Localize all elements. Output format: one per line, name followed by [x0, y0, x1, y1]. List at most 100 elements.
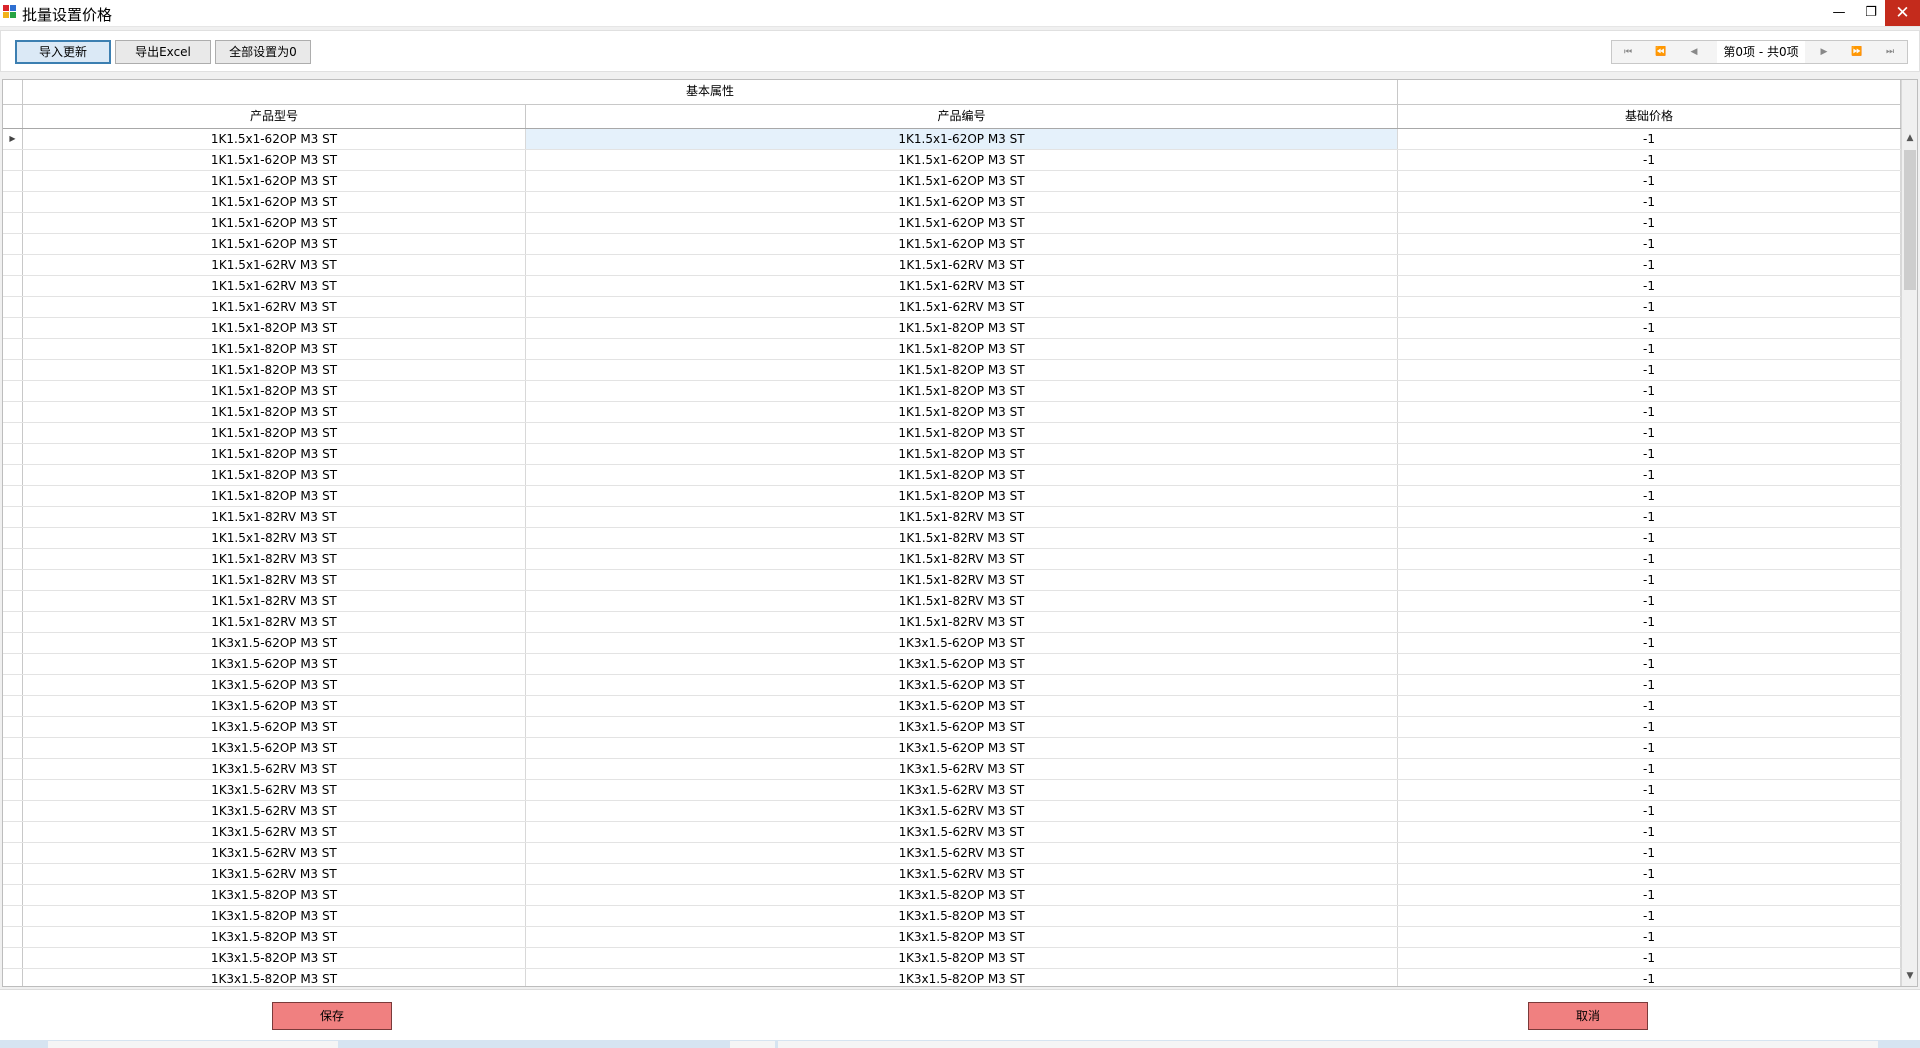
cell-price[interactable]: -1	[1398, 570, 1901, 590]
cell-price[interactable]: -1	[1398, 381, 1901, 401]
table-row[interactable]: 1K1.5x1-62RV M3 ST 1K1.5x1-62RV M3 ST -1	[3, 276, 1901, 297]
row-header[interactable]	[3, 465, 23, 485]
cell-price[interactable]: -1	[1398, 906, 1901, 926]
row-header[interactable]	[3, 675, 23, 695]
cell-code[interactable]: 1K3x1.5-82OP M3 ST	[526, 927, 1398, 947]
cell-model[interactable]: 1K3x1.5-62OP M3 ST	[23, 696, 526, 716]
row-header[interactable]	[3, 339, 23, 359]
cell-model[interactable]: 1K3x1.5-82OP M3 ST	[23, 948, 526, 968]
table-row[interactable]: 1K1.5x1-82RV M3 ST 1K1.5x1-82RV M3 ST -1	[3, 528, 1901, 549]
cell-price[interactable]: -1	[1398, 318, 1901, 338]
table-row[interactable]: 1K3x1.5-62RV M3 ST 1K3x1.5-62RV M3 ST -1	[3, 801, 1901, 822]
cell-model[interactable]: 1K1.5x1-82OP M3 ST	[23, 339, 526, 359]
cell-model[interactable]: 1K1.5x1-62OP M3 ST	[23, 129, 526, 149]
cell-price[interactable]: -1	[1398, 465, 1901, 485]
scroll-down-icon[interactable]: ▼	[1902, 968, 1917, 984]
cell-code[interactable]: 1K1.5x1-62OP M3 ST	[526, 192, 1398, 212]
cell-model[interactable]: 1K1.5x1-62RV M3 ST	[23, 276, 526, 296]
close-icon[interactable]: ✕	[1885, 0, 1920, 26]
cell-code[interactable]: 1K3x1.5-62OP M3 ST	[526, 633, 1398, 653]
cell-price[interactable]: -1	[1398, 969, 1901, 986]
table-row[interactable]: 1K1.5x1-62OP M3 ST 1K1.5x1-62OP M3 ST -1	[3, 234, 1901, 255]
cell-model[interactable]: 1K1.5x1-62OP M3 ST	[23, 234, 526, 254]
cell-model[interactable]: 1K1.5x1-82RV M3 ST	[23, 612, 526, 632]
row-header[interactable]	[3, 570, 23, 590]
cell-price[interactable]: -1	[1398, 591, 1901, 611]
table-row[interactable]: 1K1.5x1-82RV M3 ST 1K1.5x1-82RV M3 ST -1	[3, 507, 1901, 528]
cell-code[interactable]: 1K1.5x1-82RV M3 ST	[526, 507, 1398, 527]
cell-code[interactable]: 1K1.5x1-62RV M3 ST	[526, 255, 1398, 275]
table-row[interactable]: 1K1.5x1-82OP M3 ST 1K1.5x1-82OP M3 ST -1	[3, 465, 1901, 486]
next-item-icon[interactable]: ▶	[1808, 41, 1840, 63]
cell-code[interactable]: 1K1.5x1-82OP M3 ST	[526, 360, 1398, 380]
cell-model[interactable]: 1K3x1.5-82OP M3 ST	[23, 885, 526, 905]
cell-code[interactable]: 1K1.5x1-82OP M3 ST	[526, 486, 1398, 506]
table-row[interactable]: 1K1.5x1-82OP M3 ST 1K1.5x1-82OP M3 ST -1	[3, 402, 1901, 423]
row-header[interactable]	[3, 717, 23, 737]
table-row[interactable]: 1K1.5x1-82RV M3 ST 1K1.5x1-82RV M3 ST -1	[3, 570, 1901, 591]
row-header[interactable]	[3, 171, 23, 191]
cell-code[interactable]: 1K1.5x1-82OP M3 ST	[526, 339, 1398, 359]
cell-model[interactable]: 1K3x1.5-62OP M3 ST	[23, 654, 526, 674]
row-header[interactable]	[3, 528, 23, 548]
table-row[interactable]: 1K1.5x1-82RV M3 ST 1K1.5x1-82RV M3 ST -1	[3, 549, 1901, 570]
table-row[interactable]: 1K1.5x1-82RV M3 ST 1K1.5x1-82RV M3 ST -1	[3, 591, 1901, 612]
table-row[interactable]: 1K3x1.5-82OP M3 ST 1K3x1.5-82OP M3 ST -1	[3, 906, 1901, 927]
table-row[interactable]: 1K1.5x1-82OP M3 ST 1K1.5x1-82OP M3 ST -1	[3, 360, 1901, 381]
cell-code[interactable]: 1K1.5x1-82OP M3 ST	[526, 381, 1398, 401]
cell-price[interactable]: -1	[1398, 234, 1901, 254]
cell-code[interactable]: 1K1.5x1-82OP M3 ST	[526, 402, 1398, 422]
cell-price[interactable]: -1	[1398, 885, 1901, 905]
table-row[interactable]: 1K3x1.5-62RV M3 ST 1K3x1.5-62RV M3 ST -1	[3, 822, 1901, 843]
table-row[interactable]: 1K3x1.5-82OP M3 ST 1K3x1.5-82OP M3 ST -1	[3, 969, 1901, 986]
prev-page-icon[interactable]: ⏪	[1645, 41, 1677, 63]
table-row[interactable]: 1K3x1.5-82OP M3 ST 1K3x1.5-82OP M3 ST -1	[3, 948, 1901, 969]
cell-model[interactable]: 1K1.5x1-82RV M3 ST	[23, 549, 526, 569]
table-row[interactable]: 1K3x1.5-62OP M3 ST 1K3x1.5-62OP M3 ST -1	[3, 696, 1901, 717]
cell-price[interactable]: -1	[1398, 423, 1901, 443]
export-excel-button[interactable]: 导出Excel	[115, 40, 211, 64]
table-row[interactable]: 1K3x1.5-62RV M3 ST 1K3x1.5-62RV M3 ST -1	[3, 843, 1901, 864]
table-row[interactable]: 1K1.5x1-82OP M3 ST 1K1.5x1-82OP M3 ST -1	[3, 423, 1901, 444]
row-header[interactable]	[3, 444, 23, 464]
prev-item-icon[interactable]: ◀	[1678, 41, 1710, 63]
cell-code[interactable]: 1K3x1.5-82OP M3 ST	[526, 885, 1398, 905]
cell-code[interactable]: 1K3x1.5-62RV M3 ST	[526, 843, 1398, 863]
cell-model[interactable]: 1K3x1.5-62RV M3 ST	[23, 780, 526, 800]
cell-price[interactable]: -1	[1398, 633, 1901, 653]
cancel-button[interactable]: 取消	[1528, 1002, 1648, 1030]
row-header[interactable]	[3, 654, 23, 674]
cell-code[interactable]: 1K3x1.5-82OP M3 ST	[526, 969, 1398, 986]
row-header[interactable]	[3, 150, 23, 170]
cell-price[interactable]: -1	[1398, 759, 1901, 779]
cell-price[interactable]: -1	[1398, 339, 1901, 359]
cell-code[interactable]: 1K3x1.5-62OP M3 ST	[526, 696, 1398, 716]
scrollbar-thumb[interactable]	[1904, 150, 1916, 290]
row-header[interactable]	[3, 549, 23, 569]
cell-code[interactable]: 1K1.5x1-82OP M3 ST	[526, 444, 1398, 464]
cell-code[interactable]: 1K1.5x1-62OP M3 ST	[526, 171, 1398, 191]
cell-code[interactable]: 1K1.5x1-62OP M3 ST	[526, 129, 1398, 149]
cell-model[interactable]: 1K1.5x1-62OP M3 ST	[23, 192, 526, 212]
cell-model[interactable]: 1K1.5x1-82OP M3 ST	[23, 465, 526, 485]
table-row[interactable]: 1K1.5x1-62OP M3 ST 1K1.5x1-62OP M3 ST -1	[3, 150, 1901, 171]
cell-price[interactable]: -1	[1398, 948, 1901, 968]
row-header[interactable]	[3, 255, 23, 275]
last-page-icon[interactable]: ⏭	[1874, 41, 1906, 63]
table-row[interactable]: 1K1.5x1-62RV M3 ST 1K1.5x1-62RV M3 ST -1	[3, 297, 1901, 318]
table-row[interactable]: 1K1.5x1-62OP M3 ST 1K1.5x1-62OP M3 ST -1	[3, 192, 1901, 213]
cell-price[interactable]: -1	[1398, 549, 1901, 569]
cell-price[interactable]: -1	[1398, 507, 1901, 527]
cell-code[interactable]: 1K3x1.5-62OP M3 ST	[526, 738, 1398, 758]
cell-price[interactable]: -1	[1398, 717, 1901, 737]
cell-code[interactable]: 1K3x1.5-62OP M3 ST	[526, 654, 1398, 674]
cell-model[interactable]: 1K3x1.5-62OP M3 ST	[23, 717, 526, 737]
cell-model[interactable]: 1K1.5x1-82OP M3 ST	[23, 360, 526, 380]
current-row-indicator-icon[interactable]: ▶	[3, 129, 23, 149]
cell-model[interactable]: 1K3x1.5-62RV M3 ST	[23, 864, 526, 884]
table-row[interactable]: 1K3x1.5-62OP M3 ST 1K3x1.5-62OP M3 ST -1	[3, 654, 1901, 675]
cell-model[interactable]: 1K3x1.5-62RV M3 ST	[23, 822, 526, 842]
cell-model[interactable]: 1K1.5x1-62RV M3 ST	[23, 255, 526, 275]
cell-price[interactable]: -1	[1398, 150, 1901, 170]
cell-price[interactable]: -1	[1398, 864, 1901, 884]
